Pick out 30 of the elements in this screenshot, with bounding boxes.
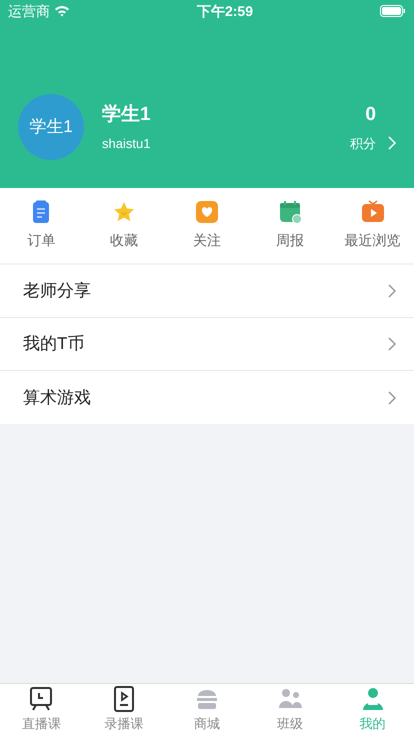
tab-label: 录播课 (104, 715, 144, 734)
username-text: shaistu1 (102, 134, 152, 152)
carrier-text: 运营商 (8, 2, 50, 20)
tv-icon[interactable] (360, 200, 385, 224)
points-value: 0 (365, 103, 376, 127)
tab-label: 班级 (276, 715, 303, 734)
battery-icon (380, 5, 406, 17)
shortcut-label[interactable]: 订单 (27, 230, 56, 251)
tab-label: 商城 (194, 715, 220, 734)
chevron-icon (388, 390, 396, 404)
tab[interactable]: 商城 (166, 686, 248, 734)
avatar[interactable]: 学生1 (18, 94, 84, 160)
tab-label: 直播课 (22, 715, 61, 734)
wifi-icon (54, 5, 70, 17)
calendar-icon[interactable] (278, 200, 302, 224)
shortcut-label[interactable]: 最近浏览 (344, 230, 401, 251)
chevron-icon (388, 337, 396, 351)
clock-text: 下午2:59 (196, 2, 254, 20)
chevron-icon (388, 284, 396, 298)
shortcut-label[interactable]: 收藏 (110, 230, 138, 251)
shortcut-label[interactable]: 周报 (276, 230, 304, 251)
star-icon[interactable] (112, 200, 136, 224)
tab[interactable]: 直播课 (0, 686, 83, 734)
shortcut-label[interactable]: 关注 (192, 230, 221, 251)
tab-label: 我的 (360, 715, 386, 734)
user-name: 学生1 (102, 103, 152, 127)
live-tab-icon (28, 686, 54, 712)
tab[interactable]: 班级 (248, 686, 332, 734)
chevron-icon (388, 136, 396, 150)
tab[interactable]: 录播课 (82, 686, 166, 734)
